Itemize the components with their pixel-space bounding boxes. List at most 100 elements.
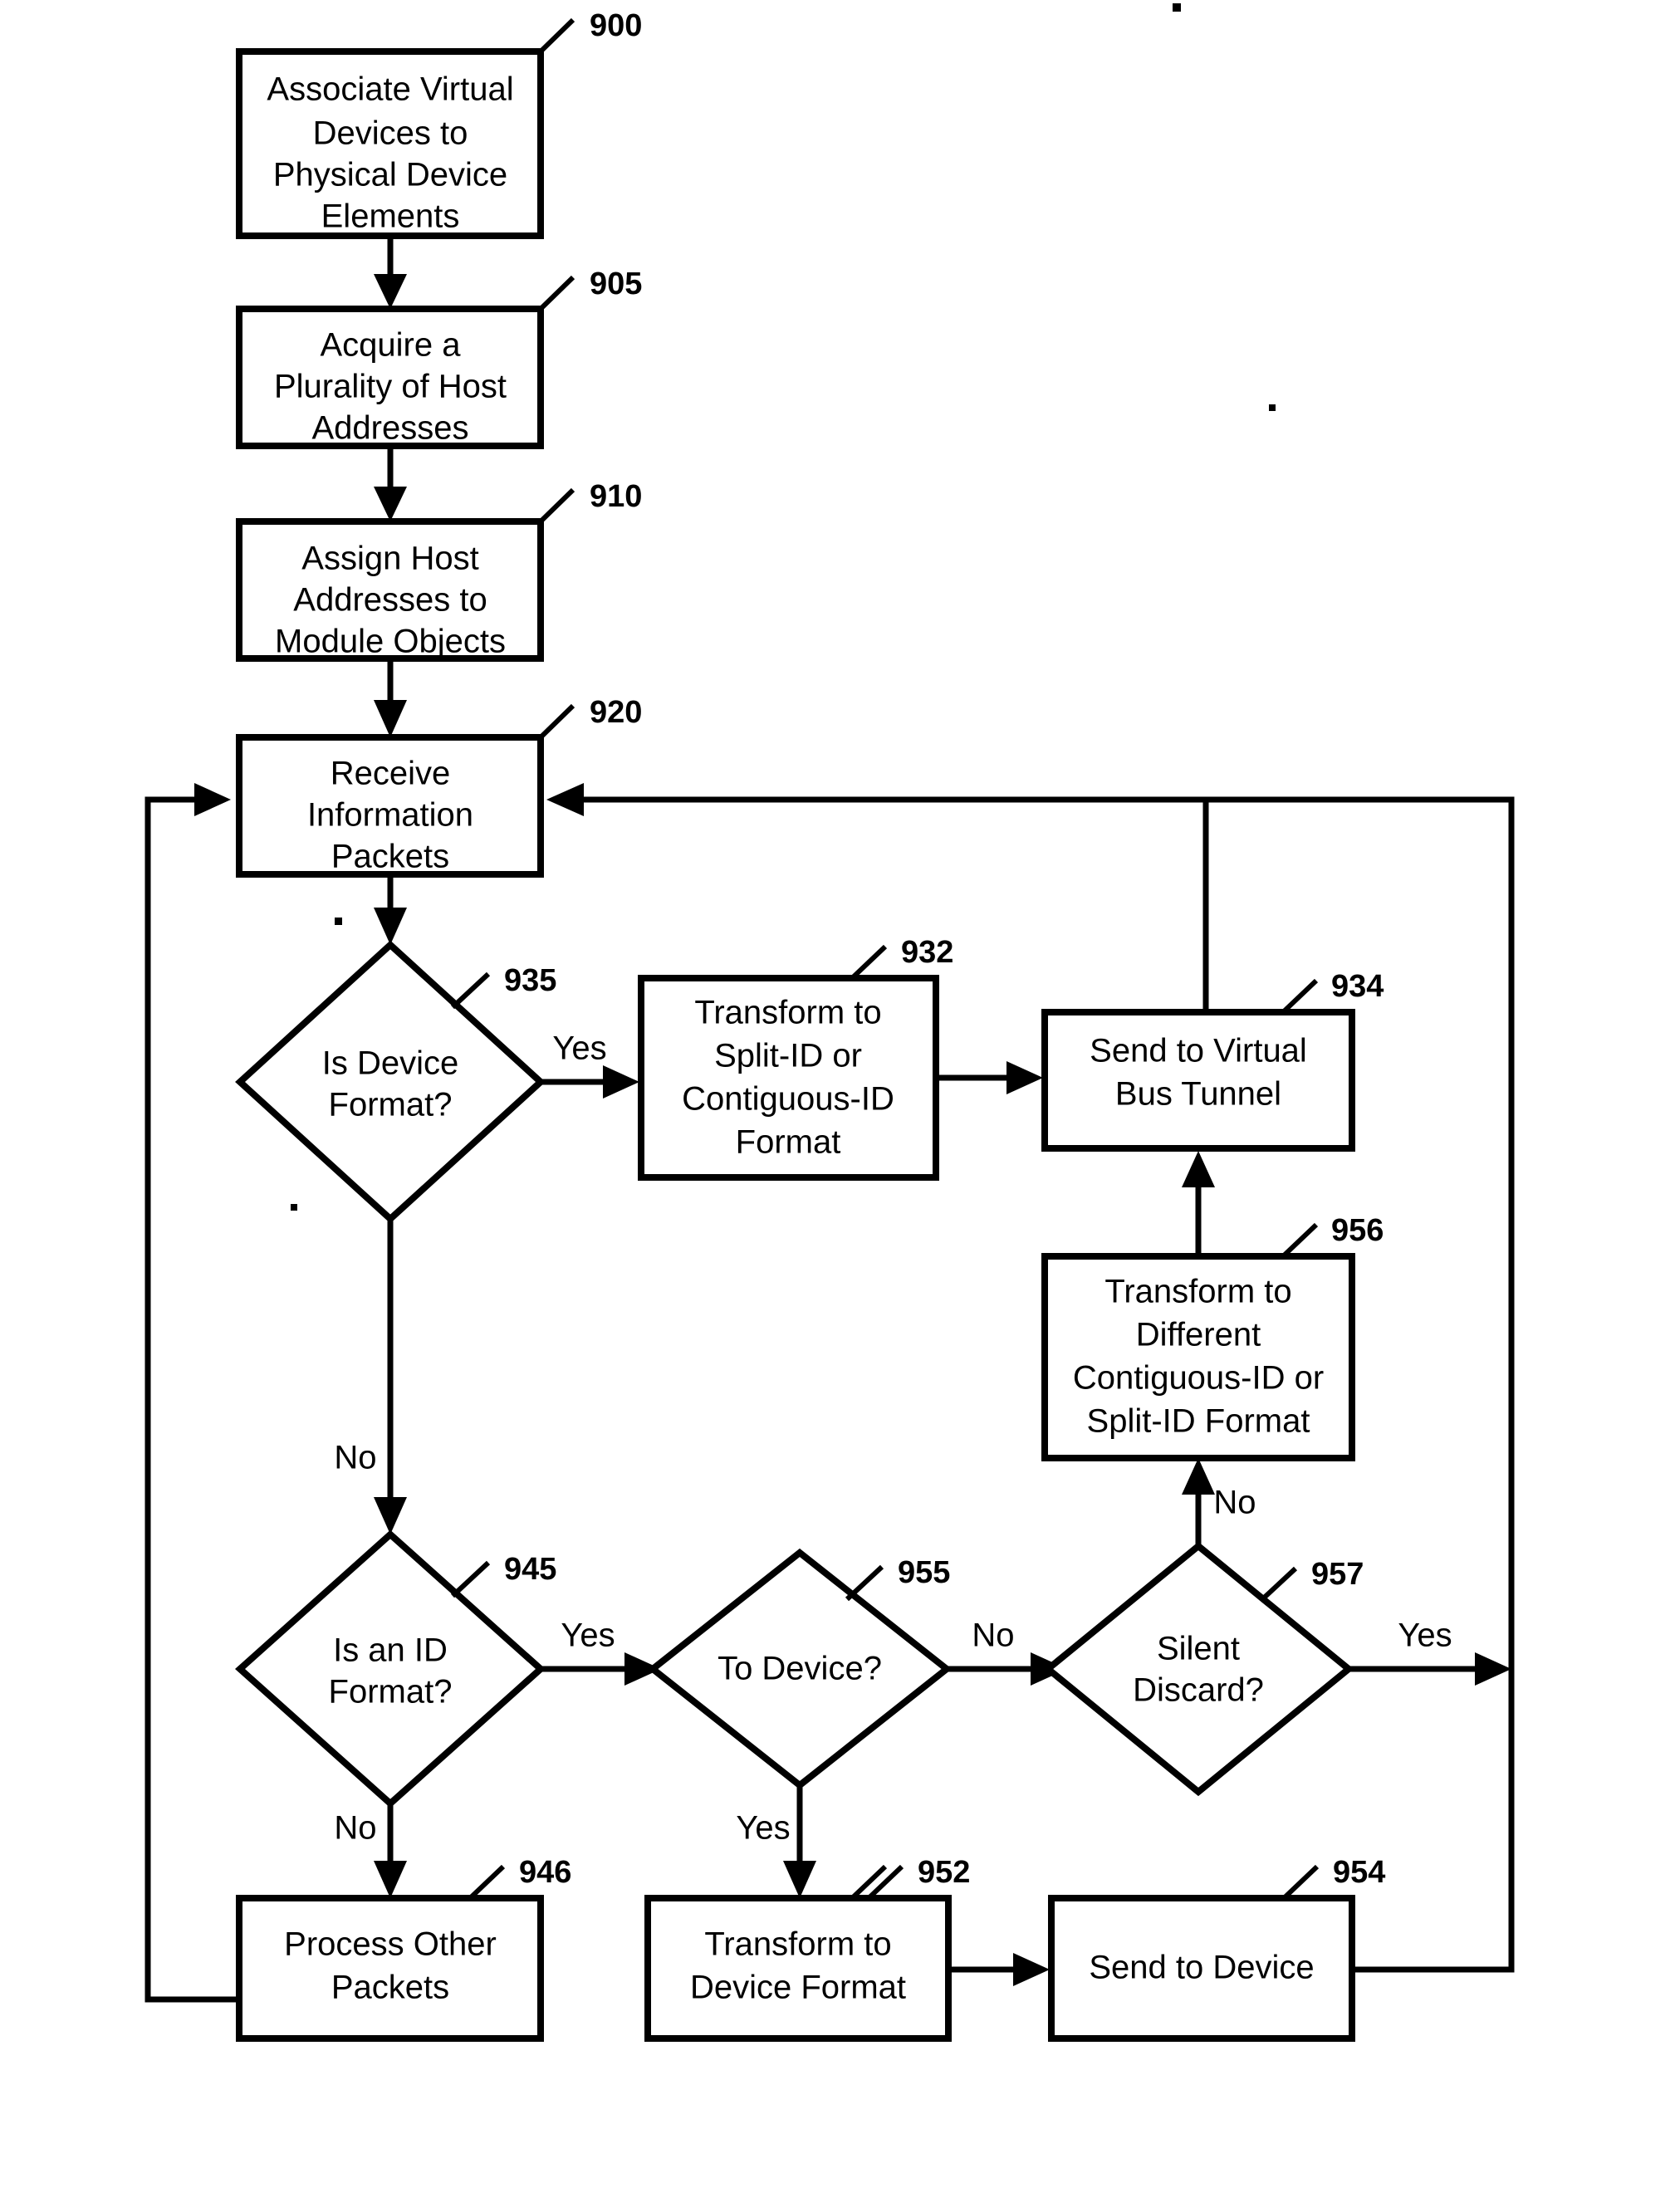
- leader-line-900: [538, 17, 575, 54]
- node-955-line-0: To Device?: [718, 1651, 882, 1687]
- node-910-line-1: Addresses to: [293, 582, 487, 619]
- node-900-line-0: Associate Virtual: [267, 71, 513, 108]
- node-934-line-0: Send to Virtual: [1090, 1033, 1307, 1069]
- leader-line-954: [1281, 1864, 1320, 1901]
- scan-speck: [1173, 3, 1181, 12]
- leader-line-910: [538, 487, 575, 524]
- node-920-line-1: Information: [307, 797, 473, 834]
- node-900-line-3: Elements: [321, 198, 460, 235]
- ref-number-954: 954: [1333, 1855, 1385, 1890]
- node-945-line-0: Is an ID: [333, 1632, 448, 1669]
- edge-label-935-yes: Yes: [552, 1030, 606, 1067]
- ref-number-932: 932: [901, 935, 953, 970]
- edge-935-yes-932: Yes: [541, 1030, 639, 1099]
- ref-number-945: 945: [504, 1552, 556, 1587]
- edge-957-yes-return: Yes: [1349, 1617, 1511, 1686]
- leader-line-946: [850, 1864, 888, 1901]
- leader-line-932: [850, 944, 888, 981]
- ref-number-952: 952: [918, 1855, 970, 1890]
- ref-number-920: 920: [590, 695, 642, 730]
- node-935-line-1: Format?: [329, 1087, 453, 1123]
- ref-number-935: 935: [504, 963, 556, 998]
- edge-932-934: [936, 1061, 1043, 1094]
- node-956-line-2: Contiguous-ID or: [1073, 1360, 1324, 1397]
- edge-955-no-957: No: [947, 1617, 1067, 1686]
- node-900-line-1: Devices to: [313, 115, 468, 152]
- edge-945-yes-955: Yes: [541, 1617, 661, 1686]
- node-956: Transform to Different Contiguous-ID or …: [1041, 1213, 1384, 1461]
- edge-955-yes-952: Yes: [736, 1785, 816, 1898]
- node-905-line-1: Plurality of Host: [274, 369, 507, 405]
- flowchart-canvas: Associate Virtual Devices to Physical De…: [144, 3, 1515, 2042]
- scan-speck: [335, 918, 342, 925]
- node-945: Is an ID Format? 945: [235, 1529, 556, 1808]
- edge-957-no-956: No: [1182, 1458, 1256, 1546]
- process-box-946: [236, 1895, 544, 2042]
- leader-line-945: [450, 1560, 491, 1598]
- node-932-line-2: Contiguous-ID: [682, 1081, 894, 1118]
- edge-920-935: [374, 874, 407, 945]
- node-932-line-3: Format: [736, 1124, 841, 1161]
- edge-945-no-946: No: [334, 1803, 407, 1898]
- leader-line-957: [1258, 1566, 1298, 1603]
- edge-label-935-no: No: [334, 1440, 376, 1476]
- return-bus-left: [144, 783, 239, 2003]
- leader-line-935: [450, 971, 491, 1010]
- edge-label-957-no: No: [1213, 1485, 1256, 1521]
- node-934-line-1: Bus Tunnel: [1115, 1076, 1281, 1113]
- edge-905-910: [374, 446, 407, 521]
- leader-line-946b: [468, 1864, 506, 1901]
- node-910-line-2: Module Objects: [275, 624, 506, 660]
- process-box-952: [644, 1895, 952, 2042]
- return-bus-right: [546, 783, 1515, 1973]
- node-957-line-0: Silent: [1157, 1631, 1240, 1667]
- ref-number-905: 905: [590, 267, 642, 301]
- node-952-line-1: Device Format: [690, 1970, 906, 2006]
- node-952-line-0: Transform to: [704, 1926, 891, 1963]
- edge-label-955-no: No: [972, 1617, 1014, 1654]
- edge-label-955-yes: Yes: [736, 1810, 790, 1847]
- edge-label-957-yes: Yes: [1398, 1617, 1452, 1654]
- edge-900-905: [374, 236, 407, 309]
- node-910-line-0: Assign Host: [301, 541, 478, 577]
- node-957: Silent Discard? 957: [1042, 1541, 1364, 1797]
- node-956-line-0: Transform to: [1104, 1274, 1291, 1310]
- ref-number-934: 934: [1331, 969, 1384, 1004]
- node-946-line-0: Process Other: [284, 1926, 497, 1963]
- node-932: Transform to Split-ID or Contiguous-ID F…: [638, 935, 953, 1181]
- node-905: Acquire a Plurality of Host Addresses 90…: [236, 267, 642, 449]
- node-932-line-0: Transform to: [694, 995, 881, 1031]
- node-935-line-0: Is Device: [322, 1045, 459, 1082]
- ref-number-957: 957: [1311, 1557, 1364, 1592]
- node-957-line-1: Discard?: [1133, 1672, 1264, 1709]
- leader-line-955: [845, 1564, 884, 1602]
- node-900: Associate Virtual Devices to Physical De…: [236, 8, 642, 239]
- scan-speck: [1269, 404, 1276, 411]
- node-946-line-1: Packets: [331, 1970, 449, 2006]
- leader-line-934: [1281, 978, 1319, 1015]
- node-920-line-2: Packets: [331, 839, 449, 875]
- leader-line-952: [866, 1864, 904, 1901]
- leader-line-956: [1281, 1222, 1319, 1259]
- edge-910-920: [374, 658, 407, 737]
- decision-diamond-957: [1042, 1541, 1354, 1797]
- edge-label-945-no: No: [334, 1810, 376, 1847]
- edge-label-945-yes: Yes: [561, 1617, 615, 1654]
- node-935: Is Device Format? 935: [235, 940, 556, 1224]
- node-956-line-1: Different: [1136, 1317, 1261, 1353]
- edge-956-934: [1182, 1151, 1215, 1256]
- node-954: Send to Device 954: [1048, 1855, 1385, 2042]
- node-932-line-1: Split-ID or: [714, 1038, 862, 1074]
- node-905-line-2: Addresses: [312, 410, 469, 447]
- leader-line-905: [538, 275, 575, 311]
- node-956-line-3: Split-ID Format: [1087, 1403, 1310, 1440]
- node-954-line-0: Send to Device: [1089, 1950, 1314, 1986]
- ref-number-910: 910: [590, 479, 642, 514]
- ref-number-946: 946: [519, 1855, 571, 1890]
- ref-number-900: 900: [590, 8, 642, 43]
- node-900-line-2: Physical Device: [273, 157, 507, 193]
- node-920-line-0: Receive: [331, 756, 451, 792]
- node-934: Send to Virtual Bus Tunnel 934: [1041, 969, 1384, 1152]
- ref-number-956: 956: [1331, 1213, 1384, 1248]
- edge-952-954: [948, 1953, 1050, 1986]
